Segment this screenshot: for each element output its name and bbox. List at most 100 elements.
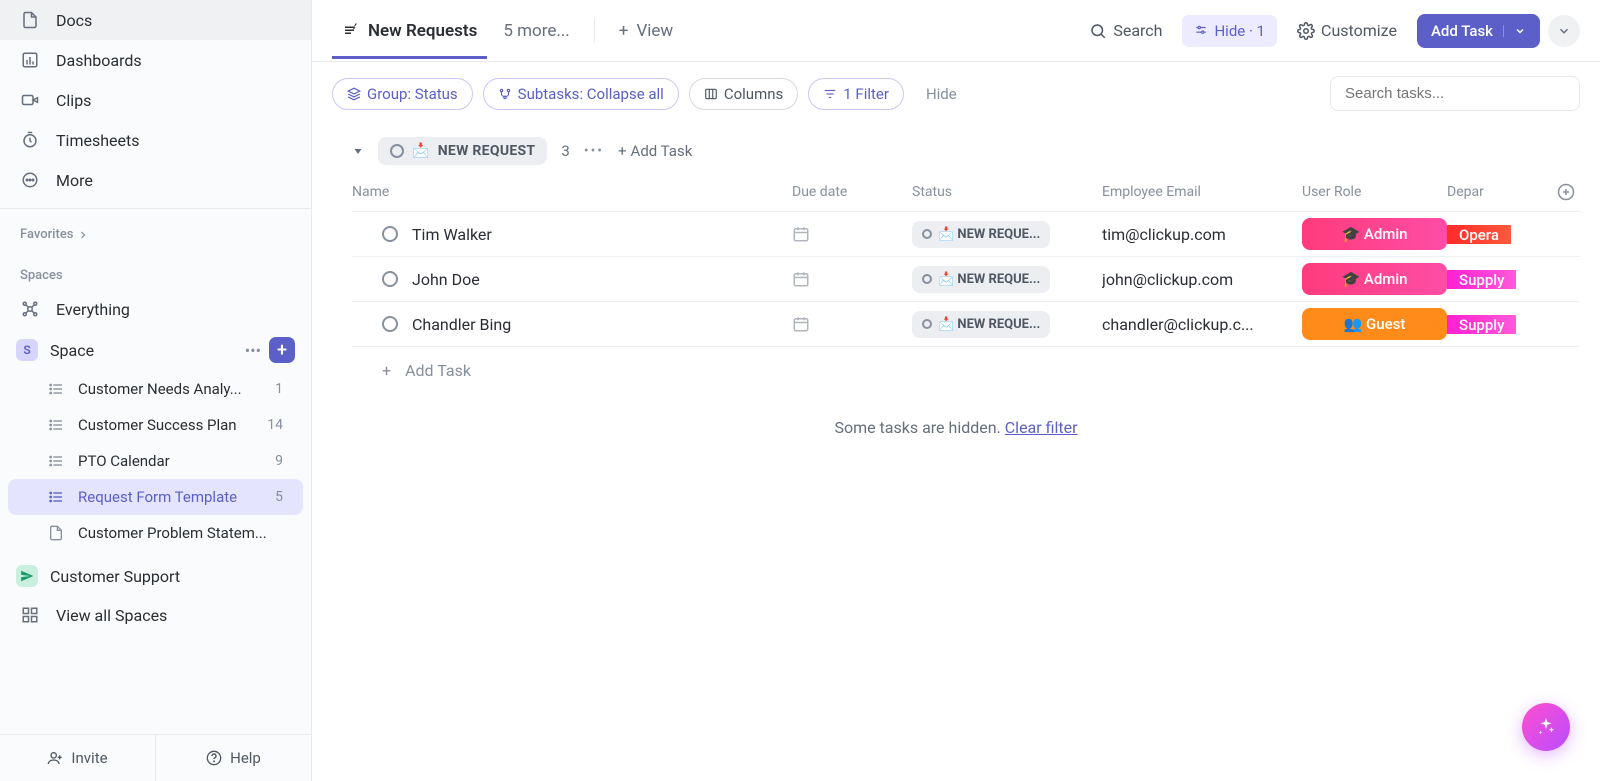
customer-support-space[interactable]: Customer Support xyxy=(0,557,311,595)
hide-button[interactable]: Hide xyxy=(926,85,957,103)
col-dept[interactable]: Depar xyxy=(1447,184,1484,200)
favorites-section[interactable]: Favorites xyxy=(0,217,311,248)
filter-pill[interactable]: 1 Filter xyxy=(808,78,904,110)
status-chip[interactable]: 📩 NEW REQUE... xyxy=(912,266,1050,293)
collapse-icon[interactable] xyxy=(352,145,364,157)
everything-label: Everything xyxy=(56,300,130,319)
filter-bar: Group: Status Subtasks: Collapse all Col… xyxy=(312,62,1600,125)
dept-chip[interactable]: Supply xyxy=(1447,315,1516,334)
email-cell[interactable]: john@clickup.com xyxy=(1102,270,1302,289)
pinned-list-icon xyxy=(342,22,360,40)
spaces-section: Spaces xyxy=(0,258,311,289)
gear-icon xyxy=(1297,22,1315,40)
table-row[interactable]: John Doe 📩 NEW REQUE... john@clickup.com… xyxy=(352,257,1580,302)
nav-more[interactable]: More xyxy=(0,160,311,200)
everything[interactable]: Everything xyxy=(0,289,311,329)
tab-new-requests[interactable]: New Requests xyxy=(332,3,487,59)
invite-button[interactable]: Invite xyxy=(0,735,156,781)
chevron-down-icon[interactable] xyxy=(1503,25,1526,37)
nav-label: Docs xyxy=(56,11,92,30)
nav-dashboards[interactable]: Dashboards xyxy=(0,40,311,80)
group-pill[interactable]: Group: Status xyxy=(332,78,473,110)
list-count: 5 xyxy=(275,489,283,505)
table-header: Name Due date Status Employee Email User… xyxy=(352,173,1580,212)
nav-clips[interactable]: Clips xyxy=(0,80,311,120)
add-column-button[interactable] xyxy=(1557,183,1581,201)
nav-docs[interactable]: Docs xyxy=(0,0,311,40)
role-chip[interactable]: 👥 Guest xyxy=(1302,308,1447,340)
list-count: 14 xyxy=(267,417,283,433)
group-status-pill[interactable]: 📩 NEW REQUEST xyxy=(378,137,547,165)
hidden-tasks-message: Some tasks are hidden. Clear filter xyxy=(312,394,1600,461)
task-table: Name Due date Status Employee Email User… xyxy=(312,173,1600,394)
col-due[interactable]: Due date xyxy=(792,184,847,200)
role-chip[interactable]: 🎓 Admin xyxy=(1302,263,1447,295)
calendar-icon[interactable] xyxy=(792,270,810,288)
nav-timesheets[interactable]: Timesheets xyxy=(0,120,311,160)
envelope-emoji: 📩 xyxy=(412,143,430,159)
dashboard-icon xyxy=(20,50,40,70)
plus-icon: + xyxy=(382,361,391,380)
main-content: New Requests 5 more... + View Search Hid… xyxy=(312,0,1600,781)
calendar-icon[interactable] xyxy=(792,315,810,333)
clear-filter-link[interactable]: Clear filter xyxy=(1005,418,1078,437)
add-task-button[interactable]: Add Task xyxy=(1417,14,1540,48)
more-dots-icon[interactable]: ••• xyxy=(245,341,261,360)
nav-label: Dashboards xyxy=(56,51,142,70)
status-chip[interactable]: 📩 NEW REQUE... xyxy=(912,311,1050,338)
group-header: 📩 NEW REQUEST 3 ••• + Add Task xyxy=(312,125,1600,173)
add-space-button[interactable]: + xyxy=(269,337,295,363)
list-icon xyxy=(48,417,64,433)
customize-button[interactable]: Customize xyxy=(1285,13,1409,48)
view-all-spaces[interactable]: View all Spaces xyxy=(0,595,311,635)
tab-add-view[interactable]: + View xyxy=(609,3,683,59)
add-task-row[interactable]: + Add Task xyxy=(352,347,1580,394)
col-role[interactable]: User Role xyxy=(1302,184,1361,200)
subtasks-pill[interactable]: Subtasks: Collapse all xyxy=(483,78,679,110)
email-cell[interactable]: chandler@clickup.c... xyxy=(1102,315,1302,334)
status-dot-icon[interactable] xyxy=(382,226,398,242)
search-tasks-input[interactable] xyxy=(1330,76,1580,111)
table-row[interactable]: Chandler Bing 📩 NEW REQUE... chandler@cl… xyxy=(352,302,1580,347)
list-icon xyxy=(48,489,64,505)
expand-menu-button[interactable] xyxy=(1548,15,1580,47)
hide-pill[interactable]: Hide · 1 xyxy=(1182,15,1277,47)
email-cell[interactable]: tim@clickup.com xyxy=(1102,225,1302,244)
search-icon xyxy=(1089,22,1107,40)
col-name[interactable]: Name xyxy=(352,184,389,200)
dept-chip[interactable]: Supply xyxy=(1447,270,1516,289)
search-button[interactable]: Search xyxy=(1077,13,1174,48)
list-item[interactable]: Customer Needs Analy... 1 xyxy=(8,371,303,407)
tab-more[interactable]: 5 more... xyxy=(493,3,579,59)
columns-pill[interactable]: Columns xyxy=(689,78,798,110)
list-count: 9 xyxy=(275,453,283,469)
status-dot-icon[interactable] xyxy=(382,316,398,332)
col-email[interactable]: Employee Email xyxy=(1102,184,1201,200)
group-add-task[interactable]: + Add Task xyxy=(618,142,692,160)
group-count: 3 xyxy=(561,142,569,160)
nav-label: Timesheets xyxy=(56,131,139,150)
list-label: Customer Needs Analy... xyxy=(78,380,242,398)
table-row[interactable]: Tim Walker 📩 NEW REQUE... tim@clickup.co… xyxy=(352,212,1580,257)
space-row[interactable]: S Space ••• + xyxy=(0,329,311,371)
list-item[interactable]: Customer Problem Statem... xyxy=(8,515,303,551)
col-status[interactable]: Status xyxy=(912,184,952,200)
role-chip[interactable]: 🎓 Admin xyxy=(1302,218,1447,250)
ai-fab-button[interactable] xyxy=(1522,703,1570,751)
filter-icon xyxy=(823,87,837,101)
group-more-icon[interactable]: ••• xyxy=(584,143,604,159)
sidebar-footer: Invite Help xyxy=(0,734,311,781)
doc-icon xyxy=(20,10,40,30)
help-button[interactable]: Help xyxy=(156,735,311,781)
list-item[interactable]: Customer Success Plan 14 xyxy=(8,407,303,443)
dept-chip[interactable]: Opera xyxy=(1447,225,1511,244)
status-chip[interactable]: 📩 NEW REQUE... xyxy=(912,221,1050,248)
calendar-icon[interactable] xyxy=(792,225,810,243)
list-label: Customer Success Plan xyxy=(78,416,237,434)
list-item-active[interactable]: Request Form Template 5 xyxy=(8,479,303,515)
plus-icon: + xyxy=(619,21,629,41)
status-dot-icon[interactable] xyxy=(382,271,398,287)
space-badge xyxy=(16,565,38,587)
list-item[interactable]: PTO Calendar 9 xyxy=(8,443,303,479)
doc-icon xyxy=(48,525,64,541)
